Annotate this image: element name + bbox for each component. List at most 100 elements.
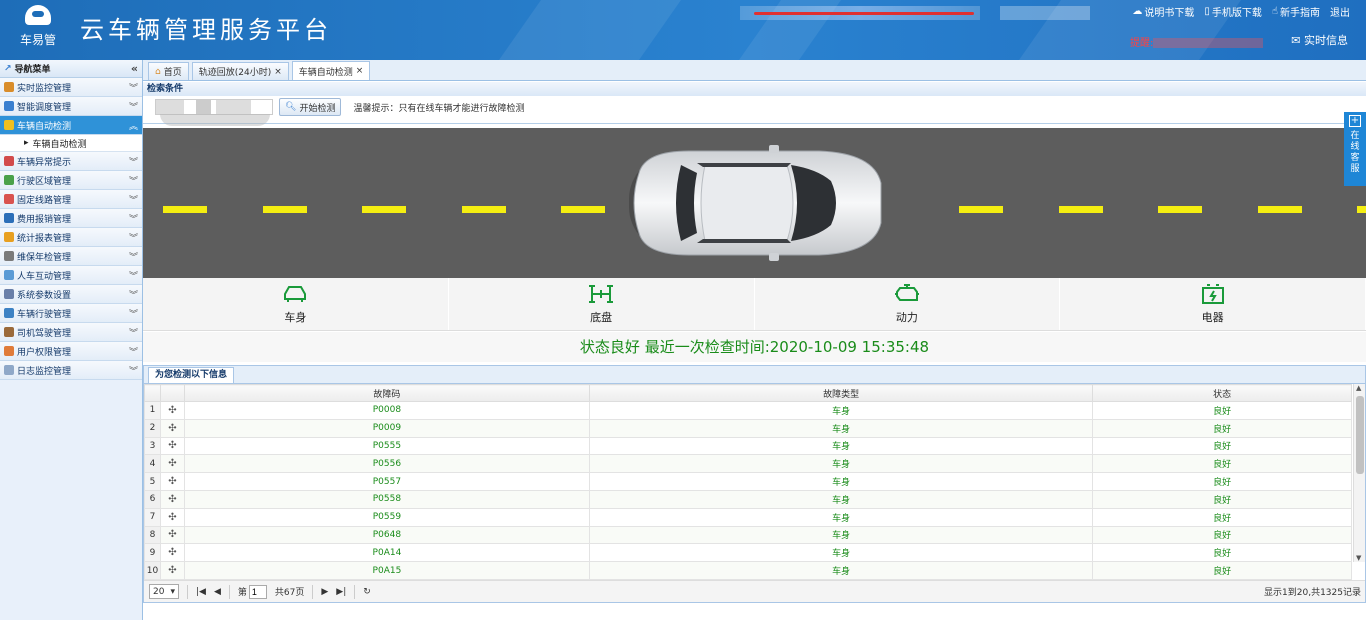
last-page-button[interactable]: ▶| (336, 587, 346, 597)
logout-link[interactable]: 退出 (1330, 4, 1350, 19)
manual-download-link[interactable]: ☁ 说明书下载 (1132, 4, 1194, 19)
table-row[interactable]: 7 ✣ P0559 车身 良好 (144, 507, 1352, 527)
column-header-status[interactable]: 状态 (1092, 384, 1352, 402)
sidebar-item-label: 车辆行驶管理 (17, 309, 72, 320)
expand-row-icon[interactable]: ✣ (160, 525, 185, 545)
sidebar-item-label: 日志监控管理 (17, 366, 72, 377)
cell-status: 良好 (1092, 561, 1352, 580)
expand-row-icon[interactable]: ✣ (160, 543, 185, 563)
sidebar-item[interactable]: 固定线路管理 ︾ (0, 190, 142, 209)
expand-row-icon[interactable]: ✣ (160, 561, 185, 580)
table-row[interactable]: 9 ✣ P0A14 车身 良好 (144, 543, 1352, 563)
expand-row-icon[interactable]: ✣ (160, 454, 185, 474)
expand-row-icon[interactable]: ✣ (160, 507, 185, 527)
dropdown-arrow-icon: ▾ (170, 586, 175, 597)
expand-row-icon[interactable]: ✣ (160, 472, 185, 491)
scroll-thumb[interactable] (1356, 396, 1364, 474)
sidebar-item[interactable]: 车辆自动检测 ︽ (0, 116, 142, 135)
cell-code: P0648 (184, 525, 590, 545)
vehicle-select[interactable] (155, 99, 273, 126)
table-row[interactable]: 8 ✣ P0648 车身 良好 (144, 525, 1352, 545)
table-row[interactable]: 4 ✣ P0556 车身 良好 (144, 454, 1352, 474)
mobile-download-link[interactable]: ▯ 手机版下载 (1204, 4, 1262, 19)
lane-dash (362, 206, 406, 213)
vertical-scrollbar[interactable]: ▲ ▼ (1353, 384, 1365, 562)
page-size-select[interactable]: 20 ▾ (149, 584, 179, 599)
sidebar-item[interactable]: 智能调度管理 ︾ (0, 97, 142, 116)
prev-page-button[interactable]: ◀ (214, 587, 221, 597)
sidebar-item[interactable]: 行驶区域管理 ︾ (0, 171, 142, 190)
table-row[interactable]: 3 ✣ P0555 车身 良好 (144, 436, 1352, 456)
scroll-up-icon[interactable]: ▲ (1356, 384, 1361, 392)
column-header-code[interactable]: 故障码 (184, 384, 590, 402)
chevron-down-icon: ︾ (128, 157, 138, 168)
sidebar-item[interactable]: 维保年检管理 ︾ (0, 247, 142, 266)
page-number-input[interactable] (248, 584, 267, 599)
table-row[interactable]: 1 ✣ P0008 车身 良好 (144, 401, 1352, 420)
fault-code-table: 故障码 故障类型 状态 1 ✣ P0008 车身 良好 2 ✣ P0009 车身 良好 3 ✣ P055… (144, 384, 1352, 580)
sidebar-item[interactable]: 司机驾驶管理 ︾ (0, 323, 142, 342)
detect-status: 状态良好 最近一次检查时间:2020-10-09 15:35:48 (143, 332, 1366, 362)
cell-status: 良好 (1092, 507, 1352, 527)
search-icon: 🔍︎ (285, 102, 297, 112)
lane-dash (461, 206, 506, 213)
table-row[interactable]: 10 ✣ P0A15 车身 良好 (144, 561, 1352, 580)
realtime-info-link[interactable]: ✉ 实时信息 (1291, 32, 1348, 48)
app-title: 云车辆管理服务平台 (80, 16, 332, 44)
sidebar-item[interactable]: 费用报销管理 ︾ (0, 209, 142, 228)
refresh-icon[interactable]: ↻ (363, 587, 371, 597)
category-chassis[interactable]: 底盘 (449, 278, 755, 330)
result-grid-panel: 为您检测以下信息 故障码 故障类型 状态 1 ✣ P0008 车身 良好 2 ✣ P0009 车… (143, 365, 1366, 603)
row-number: 10 (144, 561, 161, 580)
sidebar-item[interactable]: 人车互动管理 ︾ (0, 266, 142, 285)
sidebar-item[interactable]: 车辆异常提示 ︾ (0, 152, 142, 171)
sidebar-item[interactable]: 实时监控管理 ︾ (0, 78, 142, 97)
next-page-button[interactable]: ▶ (321, 587, 328, 597)
reminder: 提醒: (1130, 34, 1264, 49)
sidebar-subitem-auto-detect[interactable]: ▸ 车辆自动检测 (0, 135, 142, 152)
category-body[interactable]: 车身 (143, 278, 449, 330)
cell-type: 车身 (588, 561, 1094, 580)
tab-track-playback[interactable]: 轨迹回放(24小时) × (191, 62, 289, 80)
expand-row-icon[interactable]: ✣ (160, 401, 185, 420)
road-illustration (143, 128, 1366, 278)
start-detect-button[interactable]: 🔍︎ 开始检测 (279, 98, 342, 116)
row-number: 5 (144, 472, 161, 491)
main-content: ⌂ 首页 轨迹回放(24小时) × 车辆自动检测 × 检索条件 🔍︎ 开始检测 温馨提示… (143, 60, 1366, 620)
blurred-overlay (160, 114, 270, 126)
sidebar-item-label: 统计报表管理 (17, 233, 72, 244)
tab-auto-detect[interactable]: 车辆自动检测 × (291, 61, 371, 80)
collapse-sidebar-button[interactable]: « (131, 62, 138, 75)
tab-home[interactable]: ⌂ 首页 (148, 62, 189, 80)
download-icon: ☁ (1132, 6, 1143, 17)
expand-row-icon[interactable]: ✣ (160, 418, 185, 438)
plus-icon: + (1349, 115, 1361, 127)
table-row[interactable]: 6 ✣ P0558 车身 良好 (144, 489, 1352, 509)
grid-title-bar: 为您检测以下信息 (144, 366, 1365, 384)
category-electrical[interactable]: 电器 (1060, 278, 1366, 330)
sidebar-item-label: 用户权限管理 (17, 347, 72, 358)
sidebar-item[interactable]: 系统参数设置 ︾ (0, 285, 142, 304)
category-power[interactable]: 动力 (755, 278, 1061, 330)
column-header-type[interactable]: 故障类型 (588, 384, 1094, 402)
table-row[interactable]: 2 ✣ P0009 车身 良好 (144, 418, 1352, 438)
expand-row-icon[interactable]: ✣ (160, 489, 185, 509)
sidebar-item[interactable]: 统计报表管理 ︾ (0, 228, 142, 247)
sidebar-item[interactable]: 日志监控管理 ︾ (0, 361, 142, 380)
sidebar-item[interactable]: 用户权限管理 ︾ (0, 342, 142, 361)
sidebar-item[interactable]: 车辆行驶管理 ︾ (0, 304, 142, 323)
menu-icon (4, 251, 14, 261)
expand-row-icon[interactable]: ✣ (160, 436, 185, 456)
cell-code: P0008 (184, 401, 590, 420)
scroll-down-icon[interactable]: ▼ (1356, 554, 1361, 562)
table-row[interactable]: 5 ✣ P0557 车身 良好 (144, 472, 1352, 491)
online-service-button[interactable]: + 在线客服 (1344, 112, 1366, 186)
guide-link[interactable]: ☝ 新手指南 (1272, 4, 1320, 19)
close-icon[interactable]: × (274, 67, 282, 77)
blurred-user-info (740, 6, 980, 20)
cell-type: 车身 (588, 418, 1094, 438)
close-icon[interactable]: × (356, 66, 364, 76)
first-page-button[interactable]: |◀ (196, 587, 206, 597)
grid-title-tab[interactable]: 为您检测以下信息 (148, 367, 235, 383)
sidebar-item-label: 固定线路管理 (17, 195, 72, 206)
